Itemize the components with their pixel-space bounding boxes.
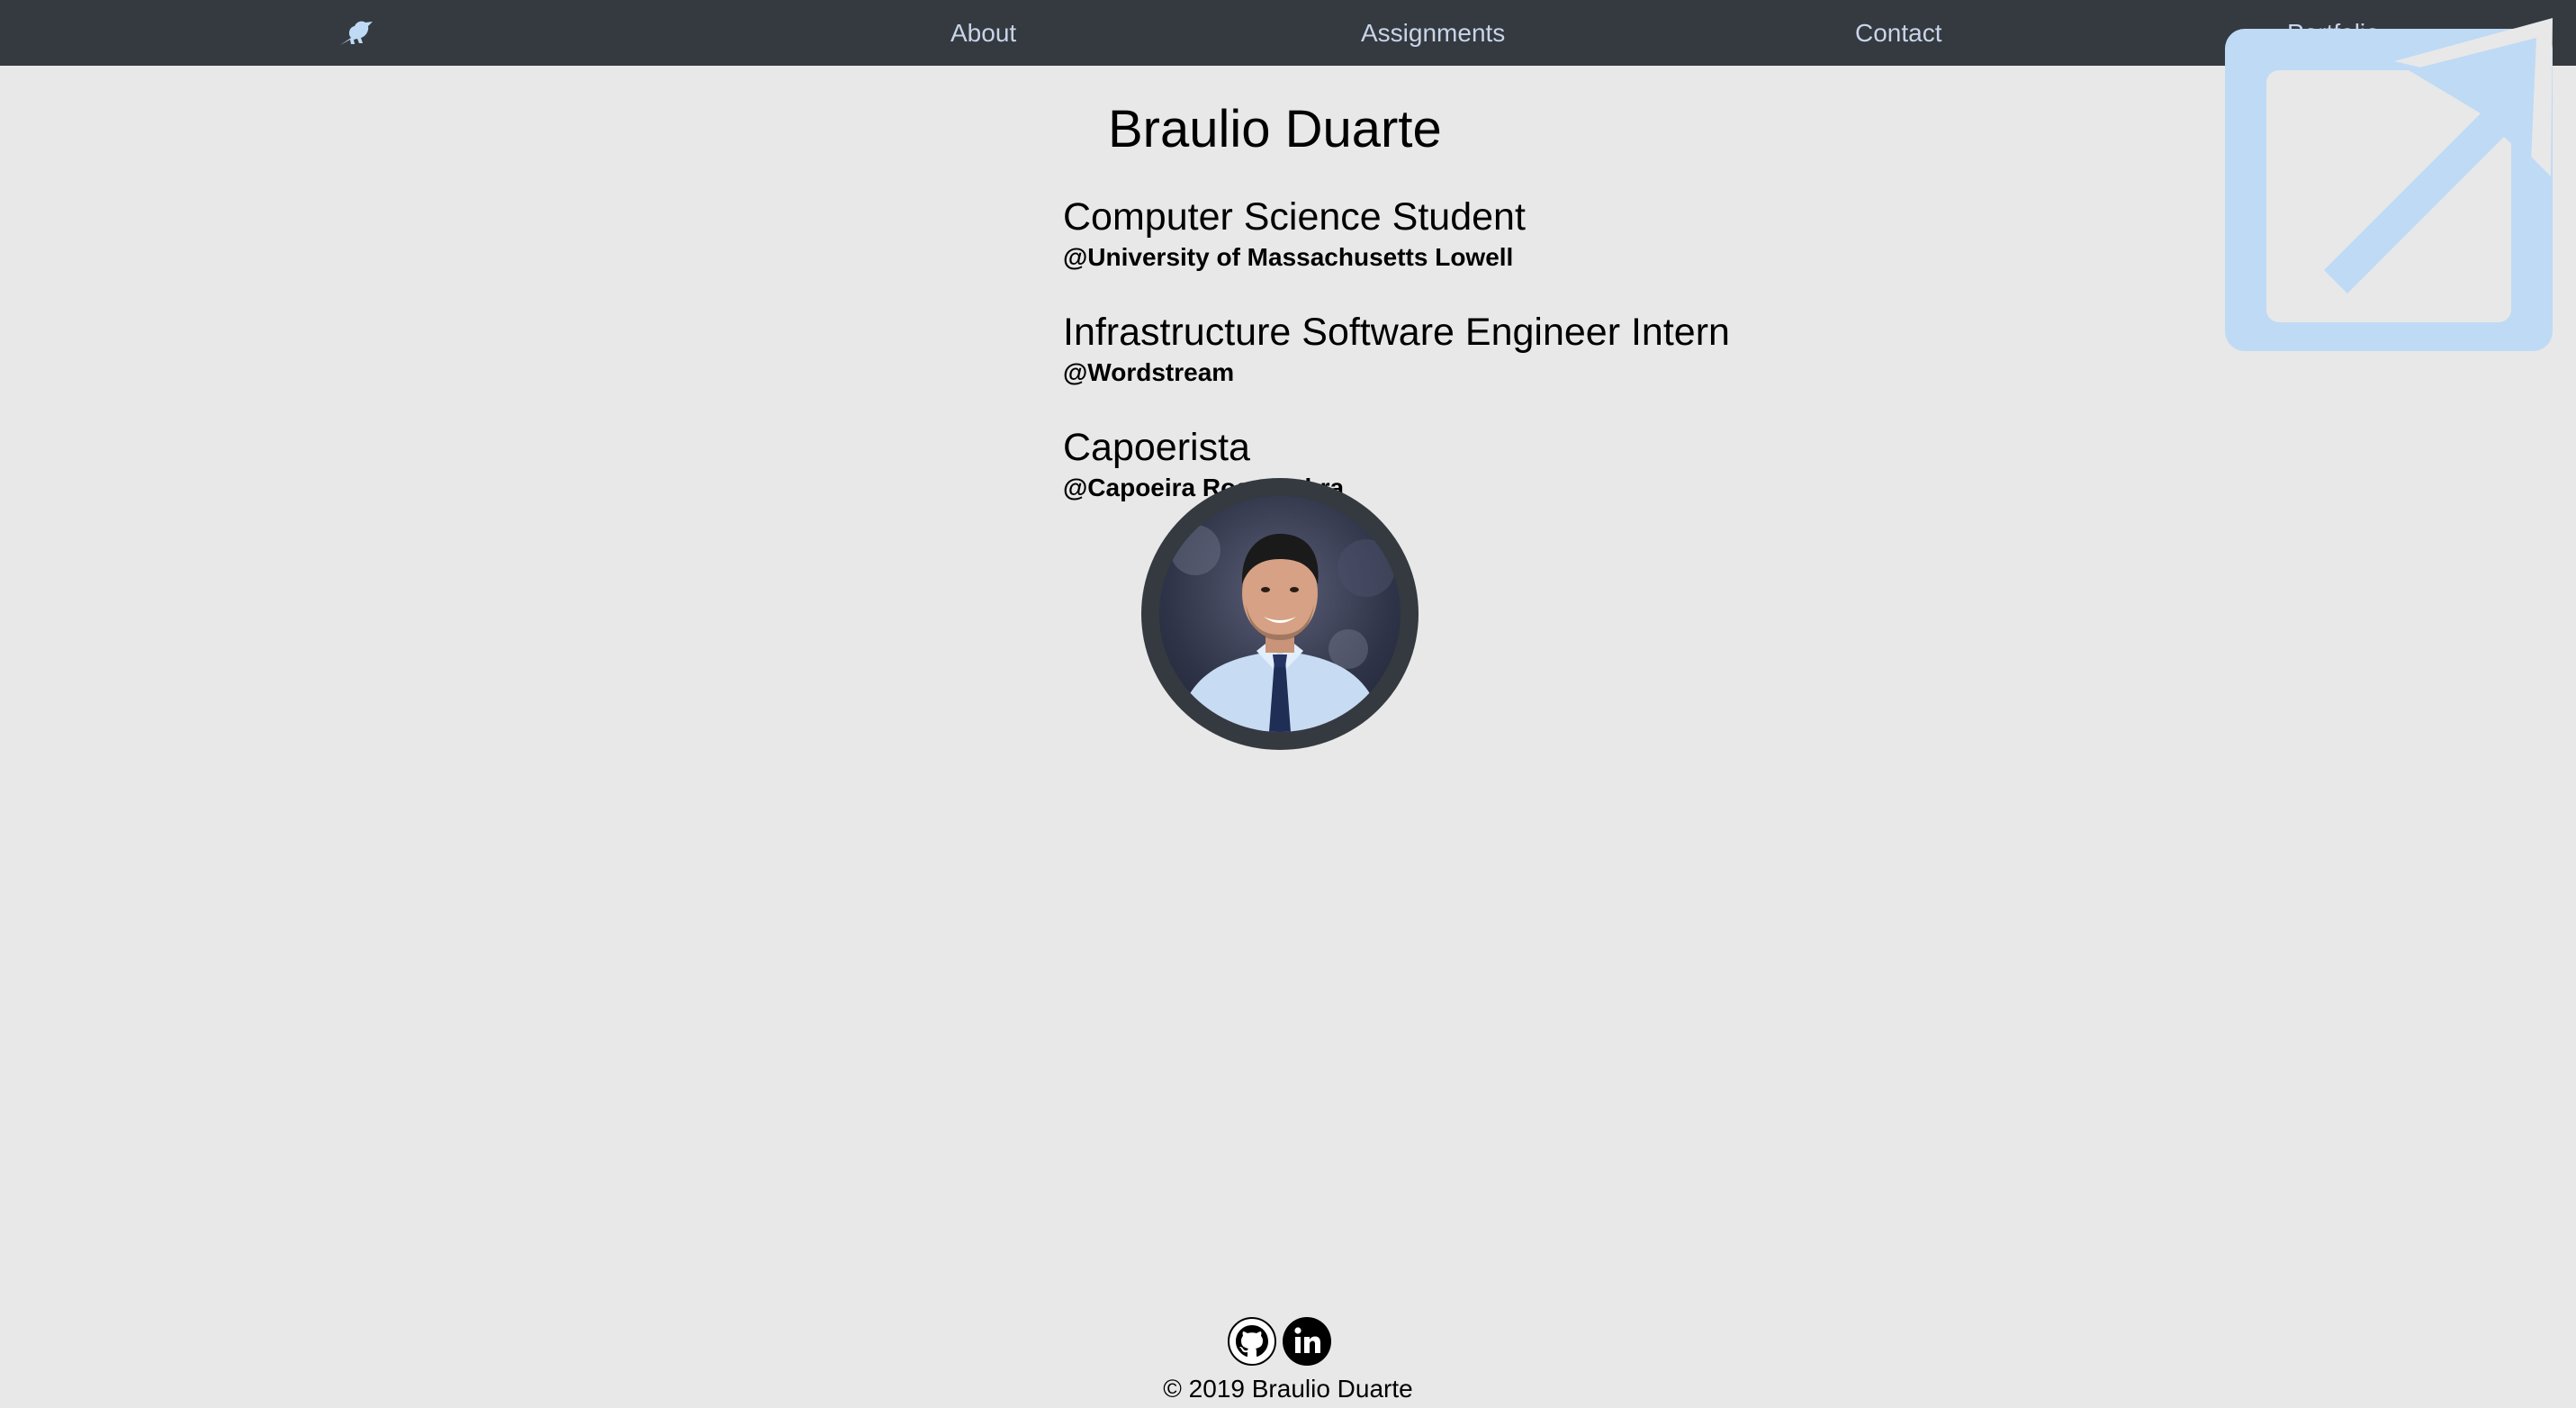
role-org: @University of Massachusetts Lowell — [1063, 243, 1514, 271]
role-item: Infrastructure Software Engineer Intern … — [1063, 308, 1730, 389]
profile-photo — [1159, 496, 1401, 732]
role-item: Computer Science Student @University of … — [1063, 193, 1526, 274]
nav-link-assignments[interactable]: Assignments — [1361, 0, 1505, 66]
nav-link-about[interactable]: About — [950, 0, 1016, 66]
nav-link-contact[interactable]: Contact — [1855, 0, 1942, 66]
page: About Assignments Contact Portfolio Brau… — [0, 0, 2576, 1408]
page-title: Braulio Duarte — [1108, 100, 1442, 158]
role-title: Infrastructure Software Engineer Intern — [1063, 311, 1730, 354]
role-title: Computer Science Student — [1063, 195, 1526, 239]
bird-icon[interactable] — [338, 18, 374, 48]
role-org: @Wordstream — [1063, 358, 1235, 386]
navbar: About Assignments Contact Portfolio — [0, 0, 2576, 66]
github-icon[interactable] — [1227, 1316, 1277, 1367]
role-title: Capoerista — [1063, 426, 1250, 469]
copyright-text: © 2019 Braulio Duarte — [1163, 1375, 1413, 1403]
external-link-icon[interactable] — [2225, 18, 2553, 351]
avatar — [1141, 478, 1419, 750]
linkedin-icon[interactable] — [1282, 1316, 1332, 1367]
